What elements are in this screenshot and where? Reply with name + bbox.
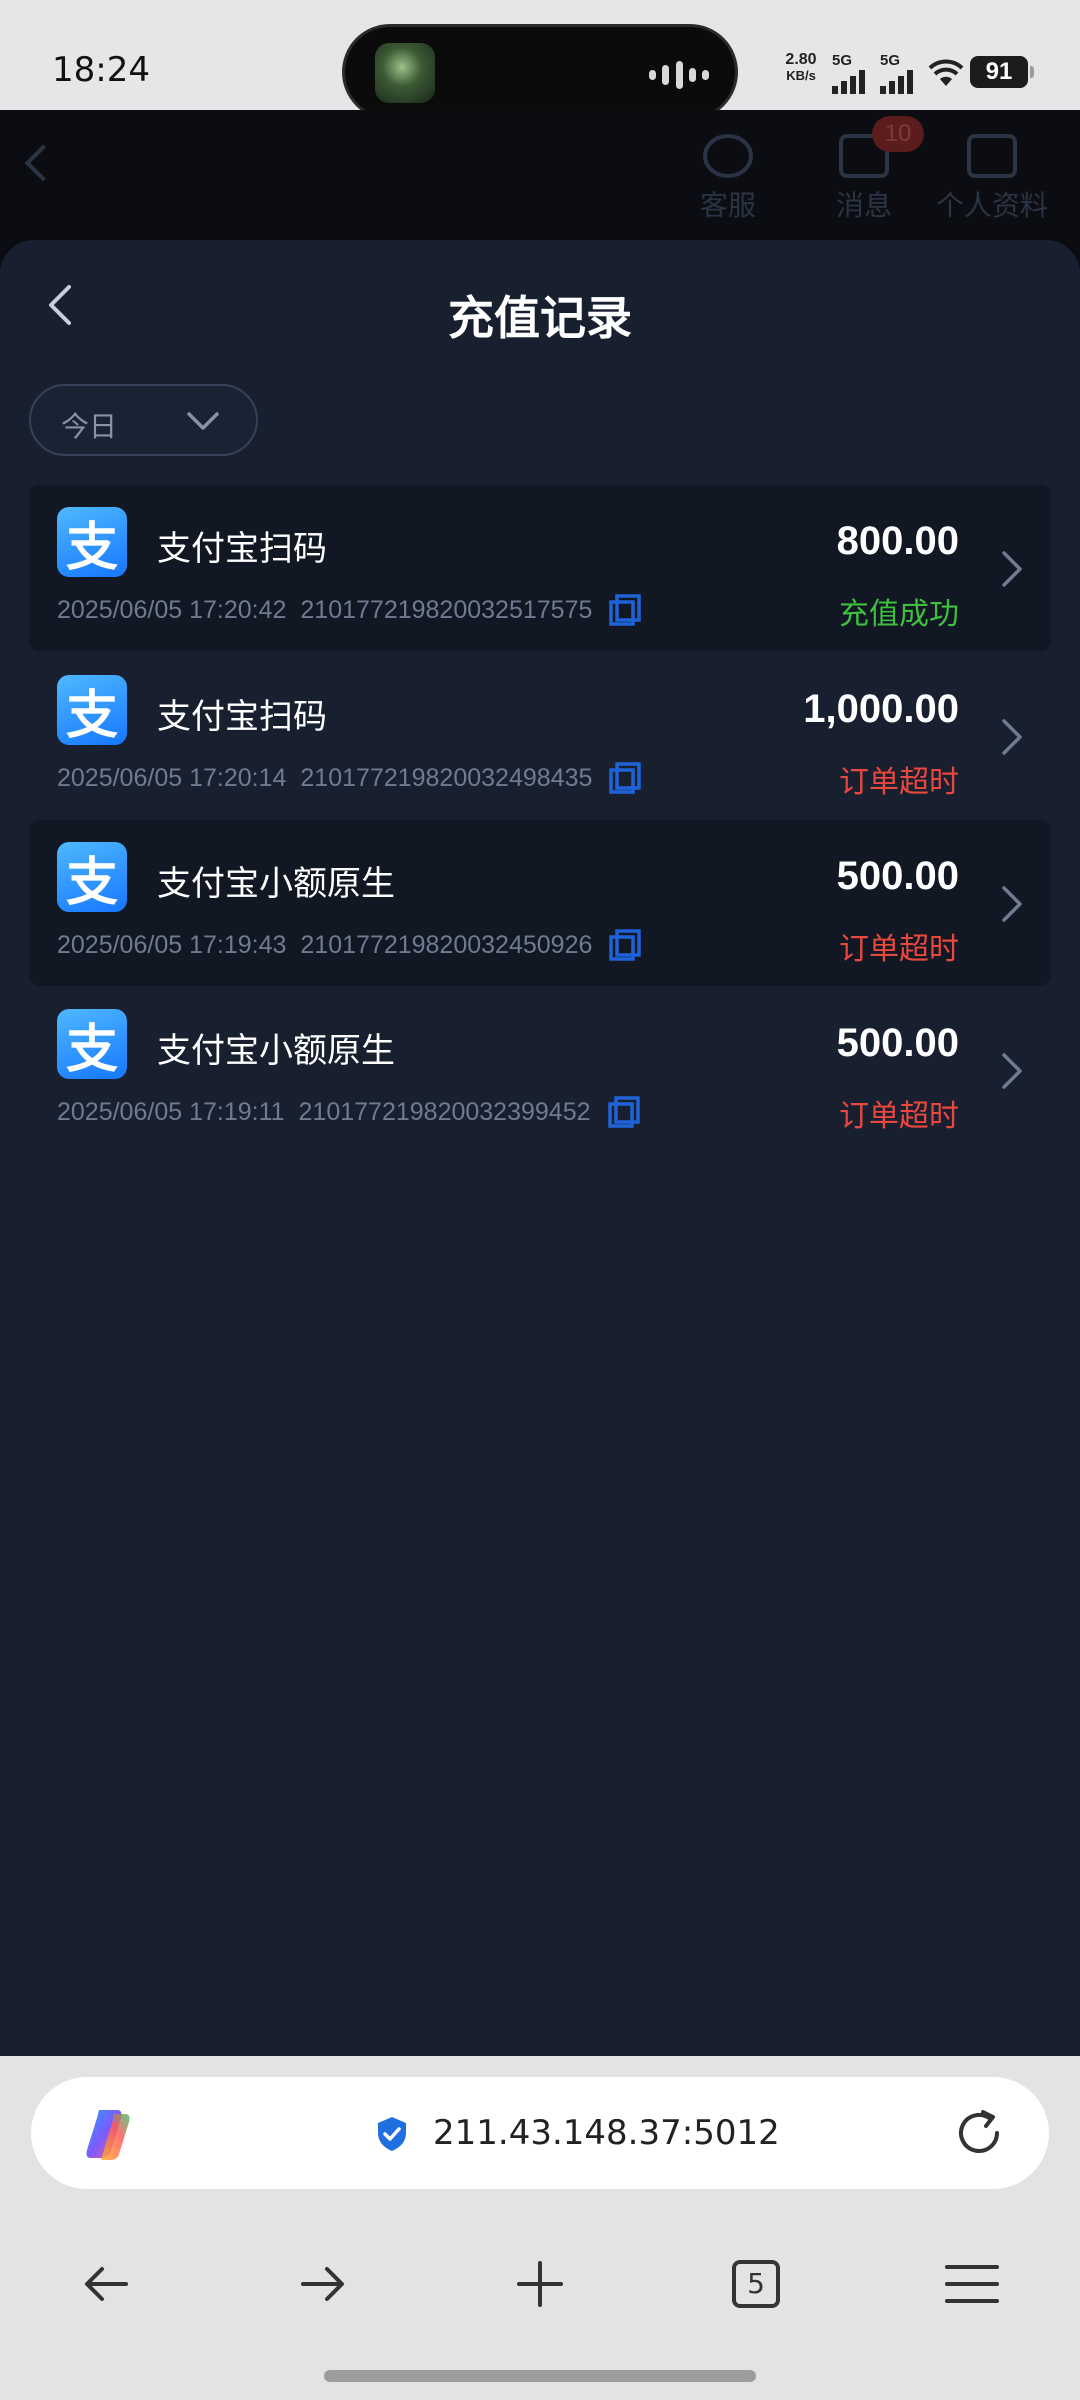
- forward-nav-button[interactable]: [291, 2252, 355, 2316]
- battery-indicator: 91: [970, 56, 1034, 88]
- dynamic-island[interactable]: [342, 24, 738, 120]
- plus-icon: [517, 2261, 563, 2307]
- background-profile: 个人资料: [936, 134, 1048, 224]
- url-text: 211.43.148.37:5012: [433, 2113, 780, 2153]
- record-datetime: 2025/06/05 17:20:14: [57, 763, 287, 792]
- address-bar[interactable]: 211.43.148.37:5012: [31, 2077, 1049, 2189]
- record-status: 订单超时: [839, 766, 959, 799]
- sim1-label: 5G: [832, 52, 853, 69]
- copy-icon[interactable]: [608, 761, 642, 795]
- headset-icon: [703, 134, 753, 178]
- copy-icon[interactable]: [607, 1095, 641, 1129]
- record-method: 支付宝小额原生: [157, 1032, 395, 1070]
- page-title: 充值记录: [448, 292, 632, 344]
- recharge-records-sheet: 充值记录 今日 支 支付宝扫码 2025/06/05 17:20:42 2101…: [0, 240, 1080, 2056]
- chevron-right-icon: [1002, 886, 1022, 922]
- date-filter-select[interactable]: 今日: [29, 384, 258, 456]
- record-meta: 2025/06/05 17:19:11 21017721982003239945…: [57, 1095, 641, 1129]
- record-order-no: 210177219820032399452: [298, 1097, 591, 1126]
- record-datetime: 2025/06/05 17:19:11: [57, 1097, 285, 1126]
- service-label: 客服: [700, 190, 757, 221]
- chevron-right-icon: [1002, 719, 1022, 755]
- messages-badge: 10: [872, 116, 924, 152]
- chevron-down-icon: [187, 412, 219, 430]
- copy-icon[interactable]: [608, 593, 642, 627]
- record-row[interactable]: 支 支付宝小额原生 2025/06/05 17:19:43 2101772198…: [29, 820, 1051, 986]
- record-order-no: 210177219820032450926: [300, 930, 593, 959]
- menu-button[interactable]: [940, 2252, 1004, 2316]
- status-time: 18:24: [52, 50, 150, 90]
- record-order-no: 210177219820032517575: [300, 595, 593, 624]
- record-row[interactable]: 支 支付宝扫码 2025/06/05 17:20:14 210177219820…: [29, 653, 1051, 819]
- background-service: 客服: [700, 134, 756, 224]
- media-thumbnail-icon: [375, 43, 435, 103]
- record-status: 充值成功: [839, 598, 959, 631]
- record-row[interactable]: 支 支付宝小额原生 2025/06/05 17:19:11 2101772198…: [29, 987, 1051, 1153]
- record-datetime: 2025/06/05 17:19:43: [57, 930, 287, 959]
- sim2-label: 5G: [880, 52, 901, 69]
- reload-icon[interactable]: [953, 2107, 1005, 2159]
- browser-toolbar: 211.43.148.37:5012 5: [0, 2056, 1080, 2400]
- tab-count: 5: [732, 2260, 780, 2308]
- back-nav-button[interactable]: [74, 2252, 138, 2316]
- copilot-icon[interactable]: [77, 2104, 137, 2164]
- arrow-right-icon: [301, 2267, 344, 2301]
- record-order-no: 210177219820032498435: [300, 763, 593, 792]
- record-row[interactable]: 支 支付宝扫码 2025/06/05 17:20:42 210177219820…: [29, 485, 1051, 651]
- tabs-button[interactable]: 5: [724, 2252, 788, 2316]
- date-filter-value: 今日: [61, 411, 118, 442]
- alipay-icon: 支: [57, 675, 127, 746]
- alipay-icon: 支: [57, 507, 127, 578]
- record-meta: 2025/06/05 17:20:42 21017721982003251757…: [57, 593, 642, 627]
- hamburger-menu-icon: [945, 2265, 999, 2303]
- record-method: 支付宝扫码: [157, 530, 327, 568]
- home-indicator[interactable]: [324, 2370, 756, 2382]
- record-amount: 500.00: [836, 1021, 959, 1065]
- wifi-icon: [928, 59, 964, 86]
- secure-shield-icon: [378, 2117, 406, 2151]
- alipay-icon: 支: [57, 1009, 127, 1080]
- record-amount: 500.00: [836, 854, 959, 898]
- audio-wave-icon: [649, 61, 709, 89]
- new-tab-button[interactable]: [508, 2252, 572, 2316]
- background-page: 客服 消息 10 个人资料: [0, 110, 1080, 250]
- browser-nav: 5: [0, 2246, 1080, 2326]
- chevron-right-icon: [1002, 551, 1022, 587]
- network-speed-unit: KB/s: [786, 68, 816, 83]
- record-meta: 2025/06/05 17:20:14 21017721982003249843…: [57, 761, 642, 795]
- background-back-icon: [24, 144, 62, 182]
- record-method: 支付宝扫码: [157, 698, 327, 736]
- chevron-right-icon: [1002, 1053, 1022, 1089]
- status-bar: 18:24 2.80 KB/s 5G 5G 91: [0, 0, 1080, 120]
- record-datetime: 2025/06/05 17:20:42: [57, 595, 287, 624]
- alipay-icon: 支: [57, 842, 127, 913]
- network-speed: 2.80 KB/s: [780, 52, 822, 84]
- copy-icon[interactable]: [608, 928, 642, 962]
- arrow-left-icon: [85, 2267, 128, 2301]
- profile-label: 个人资料: [936, 190, 1049, 221]
- record-amount: 800.00: [836, 519, 959, 563]
- record-status: 订单超时: [839, 933, 959, 966]
- record-amount: 1,000.00: [803, 687, 959, 731]
- profile-icon: [967, 134, 1017, 178]
- record-status: 订单超时: [839, 1100, 959, 1133]
- network-speed-value: 2.80: [785, 51, 817, 68]
- record-meta: 2025/06/05 17:19:43 21017721982003245092…: [57, 928, 642, 962]
- record-method: 支付宝小额原生: [157, 865, 395, 903]
- messages-label: 消息: [836, 190, 893, 221]
